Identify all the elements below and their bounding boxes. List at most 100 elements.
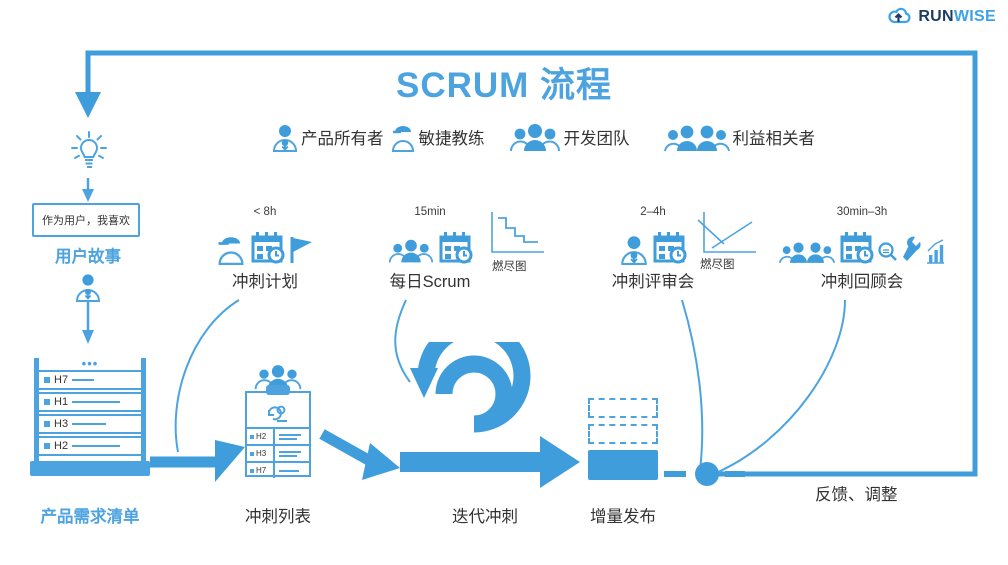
backlog-item-id: H7 [54,374,69,386]
product-owner-icon [75,274,101,302]
sprint-item-id: H3 [256,449,267,458]
increment-box-dashed [588,424,658,444]
sprint-item-id: H2 [256,432,267,441]
roles-legend: 产品所有者 敏捷教练 开发团队 利益相关者 [272,122,815,152]
ceremony-name: 冲刺评审会 [611,273,695,291]
sprint-item-detail [275,469,309,472]
role-stakeholders: 利益相关者 [663,122,816,152]
role-development-team: 开发团队 [509,122,630,152]
clipboard-clip [266,385,290,395]
brand-name-dark: RUN [918,8,954,25]
backlog-item: H3 [37,414,143,434]
sprint-backlog-item: H7 [247,461,309,478]
product-backlog-label: 产品需求清单 [40,508,140,526]
sprint-backlog-item: H3 [247,444,309,461]
backlog-ellipsis: ••• [81,356,99,371]
calendar-clock-icon [439,232,472,264]
brand-logo: RUNWISE [886,6,996,28]
bullet-square-icon [250,468,254,473]
sprint-item-detail [275,450,309,457]
backlog-item-id: H1 [54,396,69,408]
sprint-item-id-cell: H3 [247,446,275,461]
sprint-item-id: H7 [256,466,267,475]
runwise-cloud-logo-icon [888,7,911,24]
ceremony-duration: 15min [414,206,446,218]
bullet-square-icon [44,421,50,427]
bullet-square-icon [250,451,254,456]
sprint-cycle-label: 迭代冲刺 [452,508,518,526]
role-label: 敏捷教练 [418,130,485,148]
brand-name-blue: WISE [953,8,996,25]
ceremony-icons [205,219,325,265]
scrum-master-icon [391,126,414,152]
bullet-square-icon [250,434,254,439]
page-title: SCRUM 流程 [395,66,613,105]
ceremony-name: 冲刺回顾会 [820,273,904,291]
ceremony-sprint-retrospective: 30min–3h 冲刺回顾会 [778,206,946,292]
burnup-chart-icon [697,212,756,253]
calendar-clock-icon [840,232,874,264]
increment-release [588,398,658,480]
backlog-item-id: H3 [54,418,69,430]
sprint-backlog-label: 冲刺列表 [245,508,311,526]
ceremony-icons [370,219,490,265]
feedback-label: 反馈、调整 [815,486,898,504]
bullet-square-icon [44,399,50,405]
user-story-label: 用户故事 [55,248,121,266]
brand-wordmark: RUNWISE [918,9,996,25]
ceremony-daily-scrum: 15min 每日Scrum [370,206,490,292]
backlog-item-bar [72,445,121,447]
bullet-square-icon [44,443,50,449]
ceremony-name: 冲刺计划 [232,273,298,291]
development-team-icon [388,239,433,263]
user-story-card-text: 作为用户，我喜欢 [42,215,130,227]
ceremony-icons [778,219,946,265]
scrum-master-icon [218,237,244,265]
stakeholders-icon [779,242,835,264]
bullet-square-icon [44,377,50,383]
role-label: 产品所有者 [301,130,384,148]
development-team-icon [509,124,560,152]
backlog-item-bar [72,423,107,425]
burndown-chart-icon [491,212,544,253]
stakeholders-icon [663,125,730,152]
backlog-item: H7 [37,370,143,390]
backlog-item-bar [72,379,95,381]
product-owner-icon [272,125,298,152]
role-product-owner: 产品所有者 [272,122,384,152]
ceremony-duration: 30min–3h [836,206,888,218]
sprint-item-detail [275,433,309,440]
magnifier-icon [878,242,897,261]
backlog-item: H1 [37,392,143,412]
sprint-spiral-arrow-icon [410,342,531,433]
ceremony-sprint-planning: < 8h 冲刺计划 [205,206,325,292]
role-label: 开发团队 [563,130,630,148]
sprint-backlog-item: H2 [247,427,309,444]
role-scrum-master: 敏捷教练 [390,122,485,152]
wrench-icon [903,236,921,261]
sprint-board-icon [267,405,287,422]
increment-label: 增量发布 [590,508,656,526]
calendar-clock-icon [251,232,285,264]
backlog-item: H2 [37,436,143,456]
sprint-item-id-cell: H2 [247,429,275,444]
flag-icon [290,237,312,263]
sprint-item-id-cell: H7 [247,463,275,478]
burndown-chart-label: 燃尽图 [492,261,527,273]
clipboard-body: H2 H3 H7 [245,391,311,478]
backlog-item-bar [72,401,121,403]
bar-chart-icon [927,239,944,264]
burnup-chart-label: 燃尽图 [700,259,735,271]
sprint-backlog-board: H2 H3 H7 [245,385,311,478]
calendar-clock-icon [653,232,686,264]
ceremony-name: 每日Scrum [389,273,471,291]
role-label: 利益相关者 [732,130,816,148]
product-owner-icon [620,236,647,265]
lightbulb-idea-icon [71,131,107,168]
ceremony-duration: < 8h [253,206,277,218]
scrum-process-diagram: RUNWISE SCRUM 流程 产品所有者 敏捷教练 开发团队 利益相关者 作… [0,0,1008,565]
product-backlog-stack: ••• H7 H1 H3 H2 [30,356,150,476]
backlog-item-id: H2 [54,440,69,452]
user-story-card: 作为用户，我喜欢 [32,203,140,237]
increment-box-dashed [588,398,658,418]
